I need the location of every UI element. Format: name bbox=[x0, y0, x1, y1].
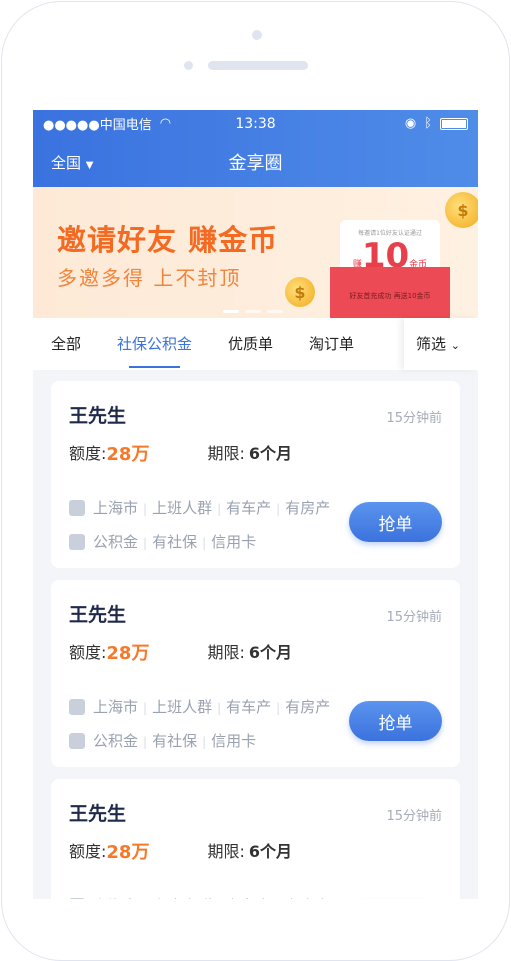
amount-label: 额度: bbox=[69, 643, 107, 662]
amount-label: 额度: bbox=[69, 842, 107, 861]
divider: | bbox=[276, 701, 281, 715]
tag: 上海市 bbox=[93, 499, 139, 517]
camera bbox=[252, 30, 262, 40]
order-card: 王先生 15分钟前 额度: 28万 期限: 6个月 上海市|上班人群|有车产|有… bbox=[51, 381, 460, 568]
term-value: 6个月 bbox=[248, 842, 293, 861]
term-value: 6个月 bbox=[248, 444, 293, 463]
tag: 有社保 bbox=[152, 732, 198, 750]
order-card: 王先生 15分钟前 额度: 28万 期限: 6个月 上海市|上班人群|有车产|有… bbox=[51, 580, 460, 767]
divider: | bbox=[217, 701, 222, 715]
order-card: 王先生 15分钟前 额度: 28万 期限: 6个月 上海市|上班人群|有车产|有… bbox=[51, 779, 460, 899]
location-icon bbox=[69, 699, 85, 715]
coin-icon: $ bbox=[445, 192, 478, 228]
profile-tags: 上海市|上班人群|有车产|有房产 bbox=[69, 890, 442, 899]
red-envelope: 每邀请1位好友认证通过 赚10金币 好友首充成功 再送10金币 bbox=[330, 215, 450, 318]
region-label: 全国 bbox=[51, 153, 82, 172]
sensor bbox=[184, 61, 193, 70]
tag: 有车产 bbox=[226, 698, 272, 716]
term-label: 期限: bbox=[207, 643, 245, 662]
divider: | bbox=[202, 536, 207, 550]
amount-label: 额度: bbox=[69, 444, 107, 463]
tab-social-security-fund[interactable]: 社保公积金 bbox=[99, 318, 210, 370]
clock: 13:38 bbox=[235, 115, 276, 132]
status-bar: ●●●●●中国电信 ◠ 13:38 ◉ ᛒ bbox=[33, 110, 478, 137]
tag: 信用卡 bbox=[211, 533, 257, 551]
tag: 上班人群 bbox=[152, 499, 213, 517]
filter-label: 筛选 bbox=[415, 335, 446, 353]
divider: | bbox=[217, 502, 222, 516]
tag: 上班人群 bbox=[152, 698, 213, 716]
posted-time: 15分钟前 bbox=[386, 610, 442, 625]
card-icon bbox=[69, 733, 85, 749]
tag: 上海市 bbox=[93, 698, 139, 716]
tag: 有社保 bbox=[152, 533, 198, 551]
amount-value: 28万 bbox=[106, 444, 150, 465]
divider: | bbox=[276, 502, 281, 516]
envelope-bottom-text: 好友首充成功 再送10金币 bbox=[330, 267, 450, 318]
nav-bar: 全国 ▼ 金享圈 bbox=[33, 137, 478, 187]
tag: 公积金 bbox=[93, 533, 139, 551]
term-label: 期限: bbox=[207, 842, 245, 861]
tab-quality[interactable]: 优质单 bbox=[210, 318, 291, 370]
amount-value: 28万 bbox=[106, 643, 150, 664]
term-value: 6个月 bbox=[248, 643, 293, 662]
banner-subline: 多邀多得 上不封顶 bbox=[57, 266, 242, 290]
tag: 信用卡 bbox=[211, 732, 257, 750]
tag: 公积金 bbox=[93, 732, 139, 750]
divider: | bbox=[143, 701, 148, 715]
tab-taobao-orders[interactable]: 淘订单 bbox=[291, 318, 372, 370]
divider: | bbox=[202, 735, 207, 749]
term-label: 期限: bbox=[207, 444, 245, 463]
tag: 有房产 bbox=[285, 499, 331, 517]
divider: | bbox=[143, 735, 148, 749]
divider: | bbox=[143, 502, 148, 516]
promo-banner[interactable]: 邀请好友 赚金币 多邀多得 上不封顶 $ 每邀请1位好友认证通过 赚10金币 好… bbox=[33, 187, 478, 318]
card-icon bbox=[69, 534, 85, 550]
divider: | bbox=[143, 536, 148, 550]
speaker bbox=[208, 61, 308, 70]
posted-time: 15分钟前 bbox=[386, 411, 442, 426]
tag: 有房产 bbox=[285, 698, 331, 716]
location-icon bbox=[69, 500, 85, 516]
page-title: 金享圈 bbox=[228, 153, 283, 174]
carousel-indicator[interactable] bbox=[223, 310, 283, 313]
caret-down-icon: ▼ bbox=[85, 159, 94, 171]
region-selector[interactable]: 全国 ▼ bbox=[51, 152, 94, 173]
app-screen: ●●●●●中国电信 ◠ 13:38 ◉ ᛒ 全国 ▼ 金享圈 邀请好友 赚金币 … bbox=[33, 110, 478, 899]
category-tabs: 全部 社保公积金 优质单 淘订单 筛选 ⌄ bbox=[33, 318, 478, 370]
order-list: 王先生 15分钟前 额度: 28万 期限: 6个月 上海市 | 上班人群 | 有车产 | 有… bbox=[33, 370, 478, 899]
coin-icon: $ bbox=[285, 277, 315, 307]
grab-order-button[interactable]: 抢单 bbox=[349, 502, 442, 542]
amount-value: 28万 bbox=[106, 842, 150, 863]
chevron-down-icon: ⌄ bbox=[450, 339, 460, 352]
tag: 有车产 bbox=[226, 499, 272, 517]
tab-all[interactable]: 全部 bbox=[33, 318, 99, 370]
banner-headline: 邀请好友 赚金币 bbox=[57, 223, 279, 257]
filter-button[interactable]: 筛选 ⌄ bbox=[404, 318, 478, 370]
grab-order-button[interactable]: 抢单 bbox=[349, 701, 442, 741]
posted-time: 15分钟前 bbox=[386, 809, 442, 824]
